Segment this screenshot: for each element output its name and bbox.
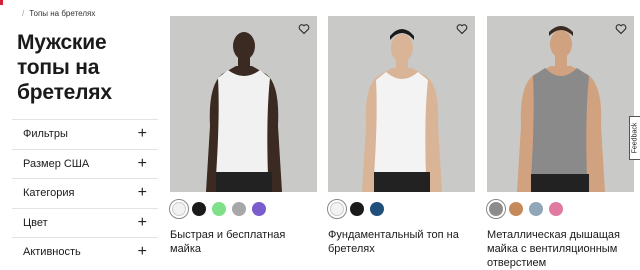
product-card[interactable]: Фундаментальный топ на бретелях [327, 16, 475, 256]
filter-row-category[interactable]: Категория + [12, 178, 158, 208]
plus-icon: + [137, 154, 147, 172]
feedback-label: Feedback [631, 122, 639, 154]
filter-row-color[interactable]: Цвет + [12, 207, 158, 238]
product-image[interactable] [487, 16, 634, 192]
color-swatch[interactable] [192, 202, 206, 216]
filter-label: Размер США [23, 157, 90, 170]
product-image[interactable] [170, 16, 317, 192]
color-swatch[interactable] [509, 202, 523, 216]
color-swatch[interactable] [252, 202, 266, 216]
filter-row-size[interactable]: Размер США + [12, 148, 158, 179]
heart-icon[interactable] [615, 23, 627, 35]
brand-accent [0, 0, 3, 5]
color-swatch[interactable] [370, 202, 384, 216]
model-photo [487, 16, 634, 192]
feedback-tab[interactable]: Feedback [629, 116, 640, 160]
plus-icon: + [137, 243, 147, 261]
color-swatch[interactable] [212, 202, 226, 216]
product-card[interactable]: Металлическая дышащая майка с вентиляцио… [486, 16, 634, 270]
product-name[interactable]: Металлическая дышащая майка с вентиляцио… [487, 228, 634, 270]
product-card[interactable]: Быстрая и бесплатная майка [169, 16, 317, 256]
color-swatch[interactable] [529, 202, 543, 216]
color-swatch[interactable] [486, 199, 506, 219]
model-photo [328, 16, 475, 192]
plus-icon: + [137, 184, 147, 202]
color-swatch[interactable] [327, 199, 347, 219]
color-swatch[interactable] [350, 202, 364, 216]
filter-label: Активность [23, 246, 81, 259]
color-swatches [486, 199, 634, 219]
color-swatch[interactable] [232, 202, 246, 216]
breadcrumb: / Топы на бретелях [22, 9, 96, 18]
heart-icon[interactable] [456, 23, 468, 35]
color-swatch[interactable] [169, 199, 189, 219]
color-swatches [327, 199, 475, 219]
page-title: Мужские топы на бретелях [17, 31, 112, 104]
product-name[interactable]: Фундаментальный топ на бретелях [328, 228, 475, 256]
top-bar [0, 0, 640, 8]
filter-panel: Фильтры + Размер США + Категория + Цвет … [12, 119, 158, 267]
breadcrumb-current[interactable]: Топы на бретелях [29, 9, 95, 18]
product-name[interactable]: Быстрая и бесплатная майка [170, 228, 317, 256]
product-image[interactable] [328, 16, 475, 192]
color-swatch[interactable] [549, 202, 563, 216]
heart-icon[interactable] [298, 23, 310, 35]
plus-icon: + [137, 213, 147, 231]
model-photo [170, 16, 317, 192]
plus-icon: + [137, 125, 147, 143]
color-swatches [169, 199, 317, 219]
filter-label: Цвет [23, 216, 48, 229]
filter-row-activity[interactable]: Активность + [12, 237, 158, 267]
filter-row-filters[interactable]: Фильтры + [12, 119, 158, 149]
filter-label: Фильтры [23, 128, 68, 141]
filter-label: Категория [23, 187, 75, 200]
